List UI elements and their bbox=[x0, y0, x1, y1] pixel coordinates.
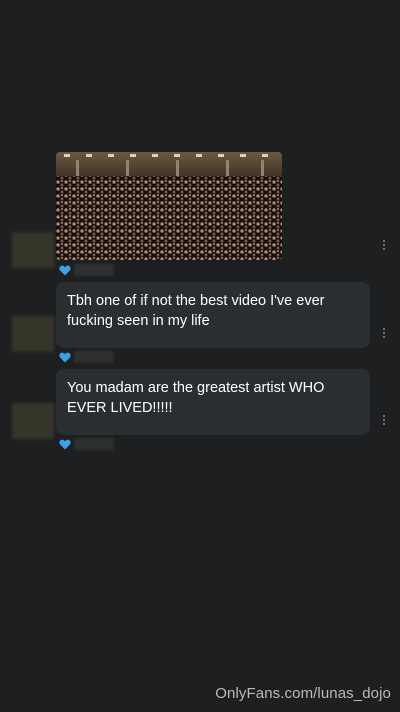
message-text-content: Tbh one of if not the best video I've ev… bbox=[67, 293, 325, 329]
timestamp bbox=[74, 264, 114, 276]
avatar[interactable] bbox=[12, 232, 54, 268]
avatar[interactable] bbox=[12, 316, 54, 352]
message-bubble[interactable]: Tbh one of if not the best video I've ev… bbox=[56, 282, 370, 348]
timestamp bbox=[74, 351, 114, 363]
heart-icon[interactable] bbox=[59, 439, 71, 450]
message-text: You madam are the greatest artist WHO EV… bbox=[0, 369, 400, 453]
more-options-icon[interactable] bbox=[381, 240, 387, 254]
message-media bbox=[0, 152, 400, 282]
more-options-icon[interactable] bbox=[381, 415, 387, 429]
message-text: Tbh one of if not the best video I've ev… bbox=[0, 282, 400, 366]
heart-icon[interactable] bbox=[59, 265, 71, 276]
message-bubble[interactable]: You madam are the greatest artist WHO EV… bbox=[56, 369, 370, 435]
media-image[interactable] bbox=[56, 152, 282, 260]
watermark: OnlyFans.com/lunas_dojo bbox=[215, 685, 391, 702]
audience-image bbox=[56, 152, 282, 260]
heart-icon[interactable] bbox=[59, 352, 71, 363]
timestamp bbox=[74, 438, 114, 450]
avatar[interactable] bbox=[12, 403, 54, 439]
message-text-content: You madam are the greatest artist WHO EV… bbox=[67, 380, 325, 416]
more-options-icon[interactable] bbox=[381, 328, 387, 342]
